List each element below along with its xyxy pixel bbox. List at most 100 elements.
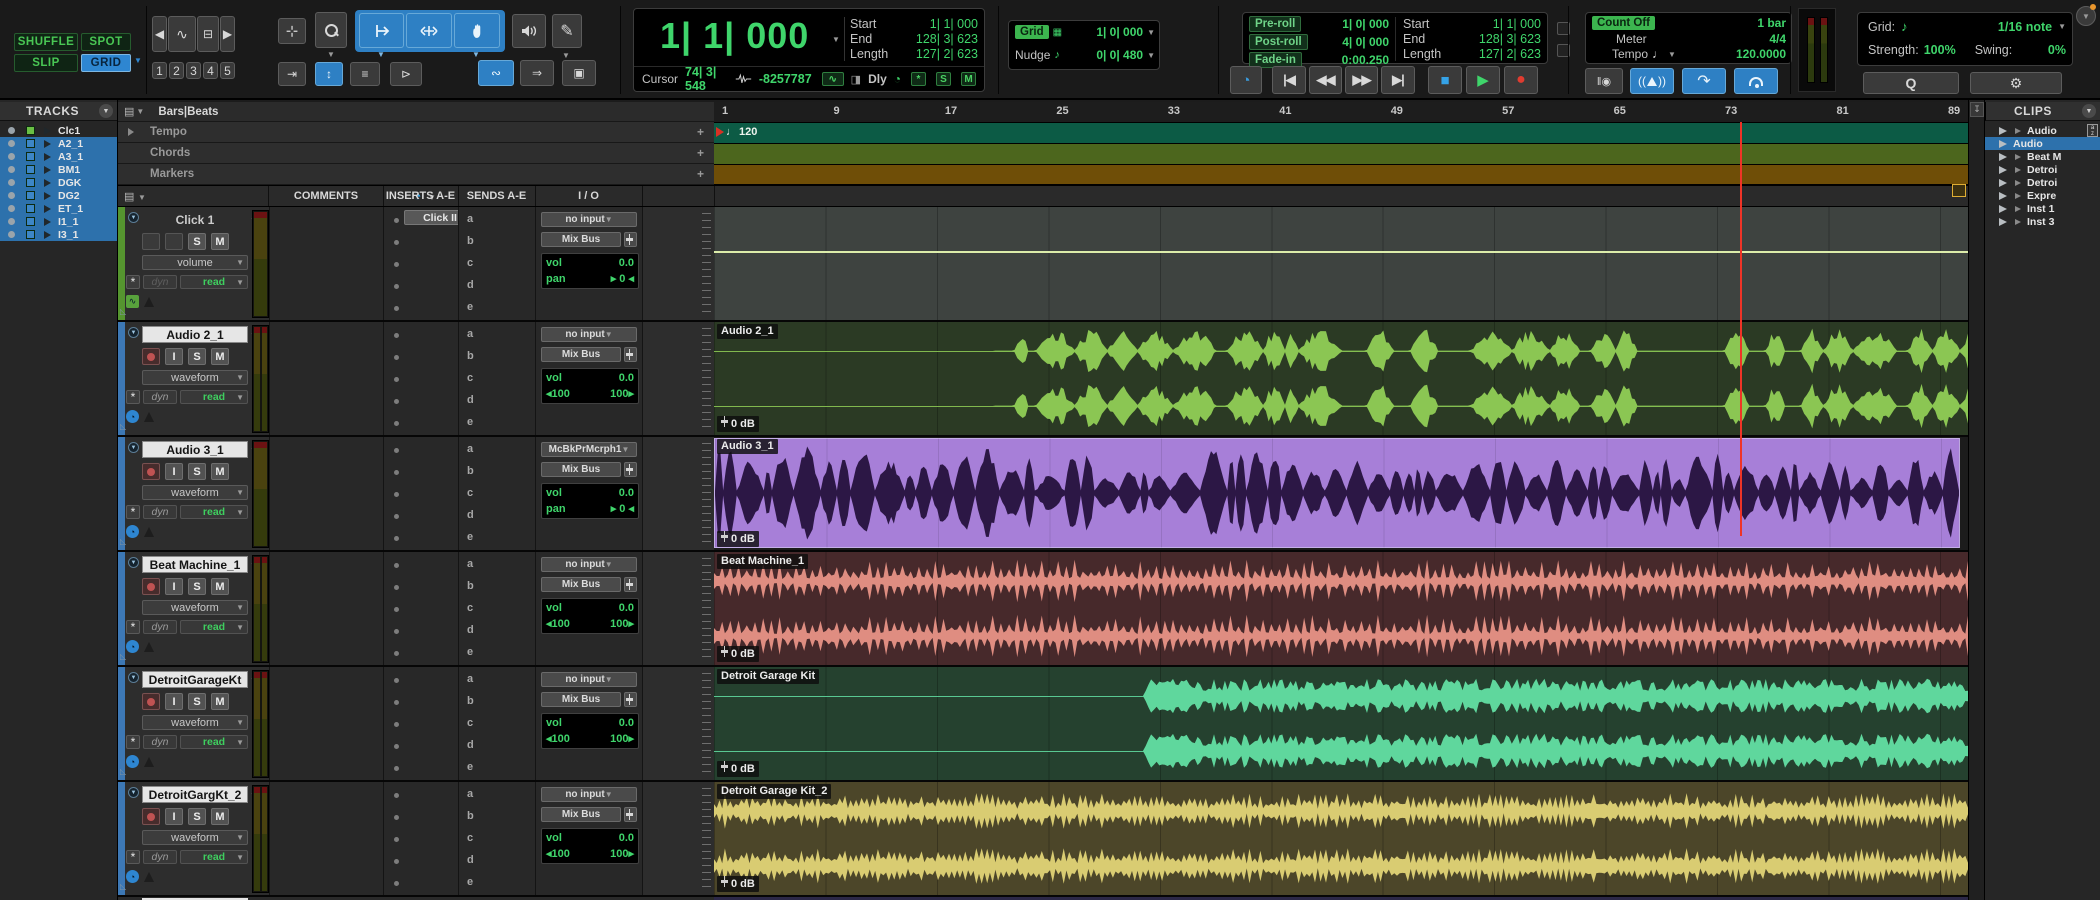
clip-list-item[interactable]: Inst 1 [1985, 202, 2100, 215]
metronome-button[interactable]: (()) [1630, 68, 1674, 94]
send-slot[interactable]: c [467, 372, 473, 384]
clip-gain-tag[interactable]: 0 dB [717, 646, 759, 662]
selector-tool[interactable] [406, 13, 452, 48]
solo-button[interactable]: S [188, 808, 206, 825]
comments-cell[interactable] [269, 437, 383, 550]
clip-expand-icon[interactable] [2015, 128, 2021, 134]
nudge-note-icon[interactable]: ♪ [1054, 49, 1060, 61]
dyn-button[interactable]: dyn [143, 275, 177, 289]
sel-length-value[interactable]: 127| 2| 623 [916, 47, 978, 61]
send-slot[interactable]: c [467, 717, 473, 729]
tracks-panel-menu-button[interactable]: ▼ [99, 104, 113, 118]
send-slot[interactable]: b [467, 350, 474, 362]
zoom-preset-5[interactable]: 5 [220, 62, 235, 79]
send-slot[interactable]: b [467, 810, 474, 822]
insert-slot[interactable] [394, 815, 399, 820]
input-monitor-button[interactable]: I [165, 463, 183, 480]
insert-slot[interactable] [394, 651, 399, 656]
clips-panel-menu-button[interactable]: ▼ [2082, 104, 2096, 118]
clip-expand-icon[interactable] [2015, 193, 2021, 199]
clip-expand-icon[interactable] [2015, 219, 2021, 225]
nudge-label[interactable]: Nudge [1015, 48, 1050, 62]
blank-button-2[interactable] [165, 233, 183, 250]
midi-merge-button[interactable]: ↷ [1682, 68, 1726, 94]
track-list-item[interactable]: Clc1 [0, 124, 117, 137]
automation-asterisk-button[interactable]: * [126, 735, 140, 749]
grid-note-icon[interactable]: ♪ [1901, 19, 1908, 34]
track-collapse-button[interactable]: ▼ [128, 212, 139, 223]
track-list-item[interactable]: ET_1 [0, 202, 117, 215]
insert-slot[interactable] [394, 744, 399, 749]
send-slot[interactable]: c [467, 487, 473, 499]
sel-end-value[interactable]: 128| 3| 623 [916, 32, 978, 46]
auto-match-indicator[interactable]: * [911, 72, 926, 86]
track-lane[interactable]: Beat Machine_10 dB [714, 552, 1968, 665]
output-fader-button[interactable] [624, 692, 637, 707]
clip-list-item[interactable]: Detroi [1985, 163, 2100, 176]
blank-button-1[interactable] [142, 233, 160, 250]
meter-value[interactable]: 4/4 [1769, 32, 1786, 46]
insert-slot[interactable] [394, 881, 399, 886]
timebase-icon[interactable]: ◔ [126, 525, 139, 538]
output-fader-button[interactable] [624, 577, 637, 592]
send-slot[interactable]: b [467, 465, 474, 477]
track-collapse-button[interactable]: ▼ [128, 787, 139, 798]
insert-slot[interactable] [394, 262, 399, 267]
insert-slot[interactable] [394, 333, 399, 338]
solo-button[interactable]: S [188, 233, 206, 250]
chords-ruler-label[interactable]: Chords [150, 147, 190, 159]
track-collapse-button[interactable]: ▼ [128, 327, 139, 338]
solo-indicator[interactable]: S [936, 72, 951, 86]
track-name-button[interactable]: Audio 2_1 [142, 326, 248, 343]
track-dot-icon[interactable] [8, 127, 15, 134]
automation-asterisk-button[interactable]: * [126, 390, 140, 404]
grid-resolution-dropdown-icon[interactable]: ▼ [2058, 22, 2066, 31]
send-slot[interactable]: e [467, 531, 473, 543]
input-selector-button[interactable]: no input▼ [541, 327, 637, 342]
elastic-audio-icon[interactable]: ◺ [120, 422, 126, 431]
send-slot[interactable]: d [467, 394, 474, 406]
output-selector-button[interactable]: Mix Bus [541, 577, 621, 592]
mute-button[interactable]: M [211, 463, 229, 480]
tempo-marker[interactable]: ♩120 [716, 126, 757, 138]
solo-button[interactable]: S [188, 348, 206, 365]
track-list-item[interactable]: A2_1 [0, 137, 117, 150]
mute-indicator[interactable]: M [961, 72, 976, 86]
send-slot[interactable]: a [467, 328, 473, 340]
nudge-value-dropdown-icon[interactable]: ▼ [1147, 51, 1155, 60]
quantize-button[interactable]: Q [1863, 72, 1959, 94]
record-button[interactable]: ● [1504, 66, 1538, 94]
pan-row[interactable]: pan▸ 0 ◂ [546, 272, 634, 286]
edit-mode-spot[interactable]: SPOT [81, 33, 131, 51]
timebase-icon[interactable]: ◔ [126, 755, 139, 768]
track-list-item[interactable]: A3_1 [0, 150, 117, 163]
send-slot[interactable]: b [467, 580, 474, 592]
send-slot[interactable]: a [467, 443, 473, 455]
zoom-out-button[interactable]: ◀ [152, 16, 167, 52]
vol-row[interactable]: vol0.0 [546, 716, 634, 730]
comments-cell[interactable] [269, 782, 383, 895]
track-height-icon[interactable]: ▤ [124, 190, 134, 203]
zoom-toggle-button[interactable]: ⊹ [278, 18, 306, 44]
track-collapse-button[interactable]: ▼ [128, 672, 139, 683]
grid-value-dropdown-icon[interactable]: ▼ [1147, 28, 1155, 37]
send-slot[interactable]: d [467, 509, 474, 521]
elastic-audio-icon[interactable]: ◺ [120, 307, 126, 316]
mute-button[interactable]: M [211, 348, 229, 365]
automation-mode-button[interactable]: read▼ [180, 735, 248, 749]
record-enable-button[interactable] [142, 463, 160, 480]
output-fader-button[interactable] [624, 347, 637, 362]
waveform-indicator-icon[interactable]: ∿ [822, 72, 844, 86]
ruler-view-dropdown-icon[interactable]: ▼ [136, 107, 144, 116]
track-list-item[interactable]: BM1 [0, 163, 117, 176]
solo-button[interactable]: S [188, 693, 206, 710]
grid-value-label[interactable]: Grid [1015, 25, 1049, 39]
sel2-end-value[interactable]: 128| 3| 623 [1479, 32, 1541, 46]
track-dot-icon[interactable] [8, 192, 15, 199]
insert-slot[interactable] [394, 492, 399, 497]
track-list-item[interactable]: DG2 [0, 189, 117, 202]
tempo-expand-icon[interactable] [128, 128, 134, 136]
zoom-preset-2[interactable]: 2 [169, 62, 184, 79]
stop-button[interactable]: ■ [1428, 66, 1462, 94]
audio-clip[interactable] [714, 438, 1960, 548]
